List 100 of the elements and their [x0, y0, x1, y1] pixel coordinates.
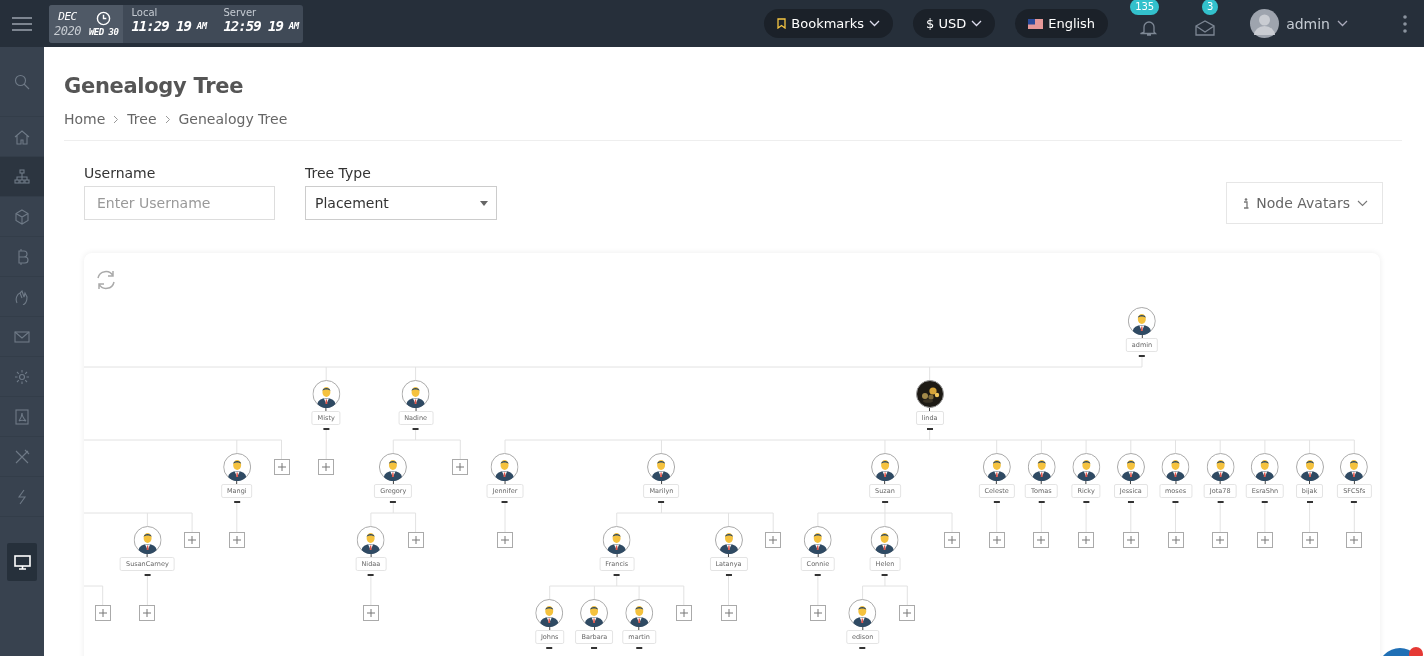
chevron-right-icon: [113, 114, 120, 124]
plus-icon: [1082, 536, 1091, 544]
plus-icon: [501, 536, 509, 544]
plus-icon: [277, 463, 286, 471]
plus-icon: [456, 463, 465, 471]
plus-icon: [1350, 536, 1359, 544]
notification-count: 135: [1130, 0, 1160, 15]
plus-icon: [992, 536, 1001, 544]
year-text: 2020: [54, 24, 81, 37]
display-toggle[interactable]: [7, 543, 37, 581]
local-time: 11:29 19: [131, 17, 191, 34]
add-button[interactable]: [407, 532, 424, 548]
add-button[interactable]: [720, 605, 737, 621]
tools-icon: [14, 448, 30, 465]
chevron-icon: [971, 20, 983, 27]
breadcrumb-link[interactable]: Home: [64, 111, 106, 127]
field-label: Tree Type: [305, 165, 372, 181]
add-button[interactable]: [318, 459, 335, 475]
add-button[interactable]: [1301, 532, 1318, 548]
server-time: 12:59 19: [223, 17, 283, 34]
add-button[interactable]: [765, 532, 782, 548]
add-button[interactable]: [1346, 532, 1363, 548]
plus-icon: [903, 609, 912, 617]
refresh-icon[interactable]: [95, 269, 117, 291]
plus-icon: [813, 609, 822, 617]
breadcrumb-link[interactable]: Tree: [127, 111, 157, 127]
plus-icon: [322, 463, 331, 471]
add-button[interactable]: [1167, 532, 1184, 548]
plus-icon: [1037, 536, 1046, 544]
cube-icon: [14, 208, 30, 225]
plus-icon: [143, 609, 152, 617]
chevron-icon: [1337, 20, 1348, 27]
page-title: Genealogy Tree: [64, 74, 245, 98]
add-button[interactable]: [1212, 532, 1229, 548]
plus-icon: [411, 536, 420, 544]
add-button[interactable]: [184, 532, 201, 548]
plus-icon: [366, 609, 375, 617]
clock-icon: [96, 10, 112, 26]
gear-icon: [14, 368, 30, 385]
caret-icon: [480, 200, 488, 206]
search-icon: [14, 73, 30, 90]
add-button[interactable]: [362, 605, 379, 621]
mail-icon: [14, 328, 30, 345]
sitemap-icon: [14, 168, 30, 185]
server-label: Server: [223, 6, 258, 18]
chevron-icon: [869, 20, 880, 27]
tree-type-select[interactable]: Placement: [305, 186, 497, 220]
plus-icon: [1305, 536, 1314, 544]
plus-icon: [948, 536, 956, 544]
more-button[interactable]: [1400, 13, 1410, 34]
plus-icon: [724, 609, 733, 617]
chevron-right-icon: [164, 114, 171, 124]
add-button[interactable]: [273, 459, 290, 475]
day-text: WED 30: [88, 27, 119, 37]
monitor-icon: [13, 554, 31, 570]
plus-icon: [679, 609, 688, 617]
language-button[interactable]: English: [1015, 9, 1109, 38]
breadcrumb-link[interactable]: Genealogy Tree: [178, 111, 288, 127]
plus-icon: [98, 609, 107, 617]
add-button[interactable]: [675, 605, 692, 621]
server-period: AM: [288, 20, 299, 31]
add-button[interactable]: [139, 605, 156, 621]
node-avatars-button[interactable]: Node Avatars: [1226, 182, 1383, 224]
flag-icon: [1028, 18, 1044, 29]
avatar-icon: [1250, 9, 1280, 38]
local-label: Local: [131, 6, 159, 18]
add-button[interactable]: [1078, 532, 1095, 548]
local-period: AM: [196, 20, 207, 31]
bell-icon: [1140, 18, 1159, 37]
add-button[interactable]: [497, 532, 513, 548]
envelope-icon: [1195, 19, 1216, 36]
plus-icon: [1260, 536, 1269, 544]
add-button[interactable]: [809, 605, 826, 621]
username-field[interactable]: Enter Username: [84, 186, 275, 220]
currency-button[interactable]: $ USD: [913, 9, 996, 38]
bookmarks-button[interactable]: Bookmarks: [764, 9, 893, 38]
home-icon: [14, 128, 30, 145]
field-label: Username: [84, 165, 157, 181]
add-button[interactable]: [944, 532, 960, 548]
add-button[interactable]: [94, 605, 111, 621]
plus-icon: [1126, 536, 1135, 544]
bookmark-icon: [777, 18, 787, 29]
chevron-icon: [1357, 199, 1368, 207]
message-count: 3: [1202, 0, 1219, 15]
add-button[interactable]: [1122, 532, 1139, 548]
add-button[interactable]: [1256, 532, 1273, 548]
add-button[interactable]: [1033, 532, 1050, 548]
sidebar-item[interactable]: [0, 157, 44, 197]
user-menu[interactable]: admin: [1250, 9, 1348, 38]
plus-icon: [188, 536, 197, 544]
document-icon: [14, 408, 30, 425]
add-button[interactable]: [988, 532, 1005, 548]
plus-icon: [1216, 536, 1225, 544]
add-button[interactable]: [899, 605, 916, 621]
add-button[interactable]: [452, 459, 469, 475]
info-icon: [1243, 197, 1250, 209]
add-button[interactable]: [228, 532, 245, 548]
plus-icon: [769, 536, 778, 544]
month-text: DEC: [58, 10, 77, 22]
plus-icon: [232, 536, 241, 544]
